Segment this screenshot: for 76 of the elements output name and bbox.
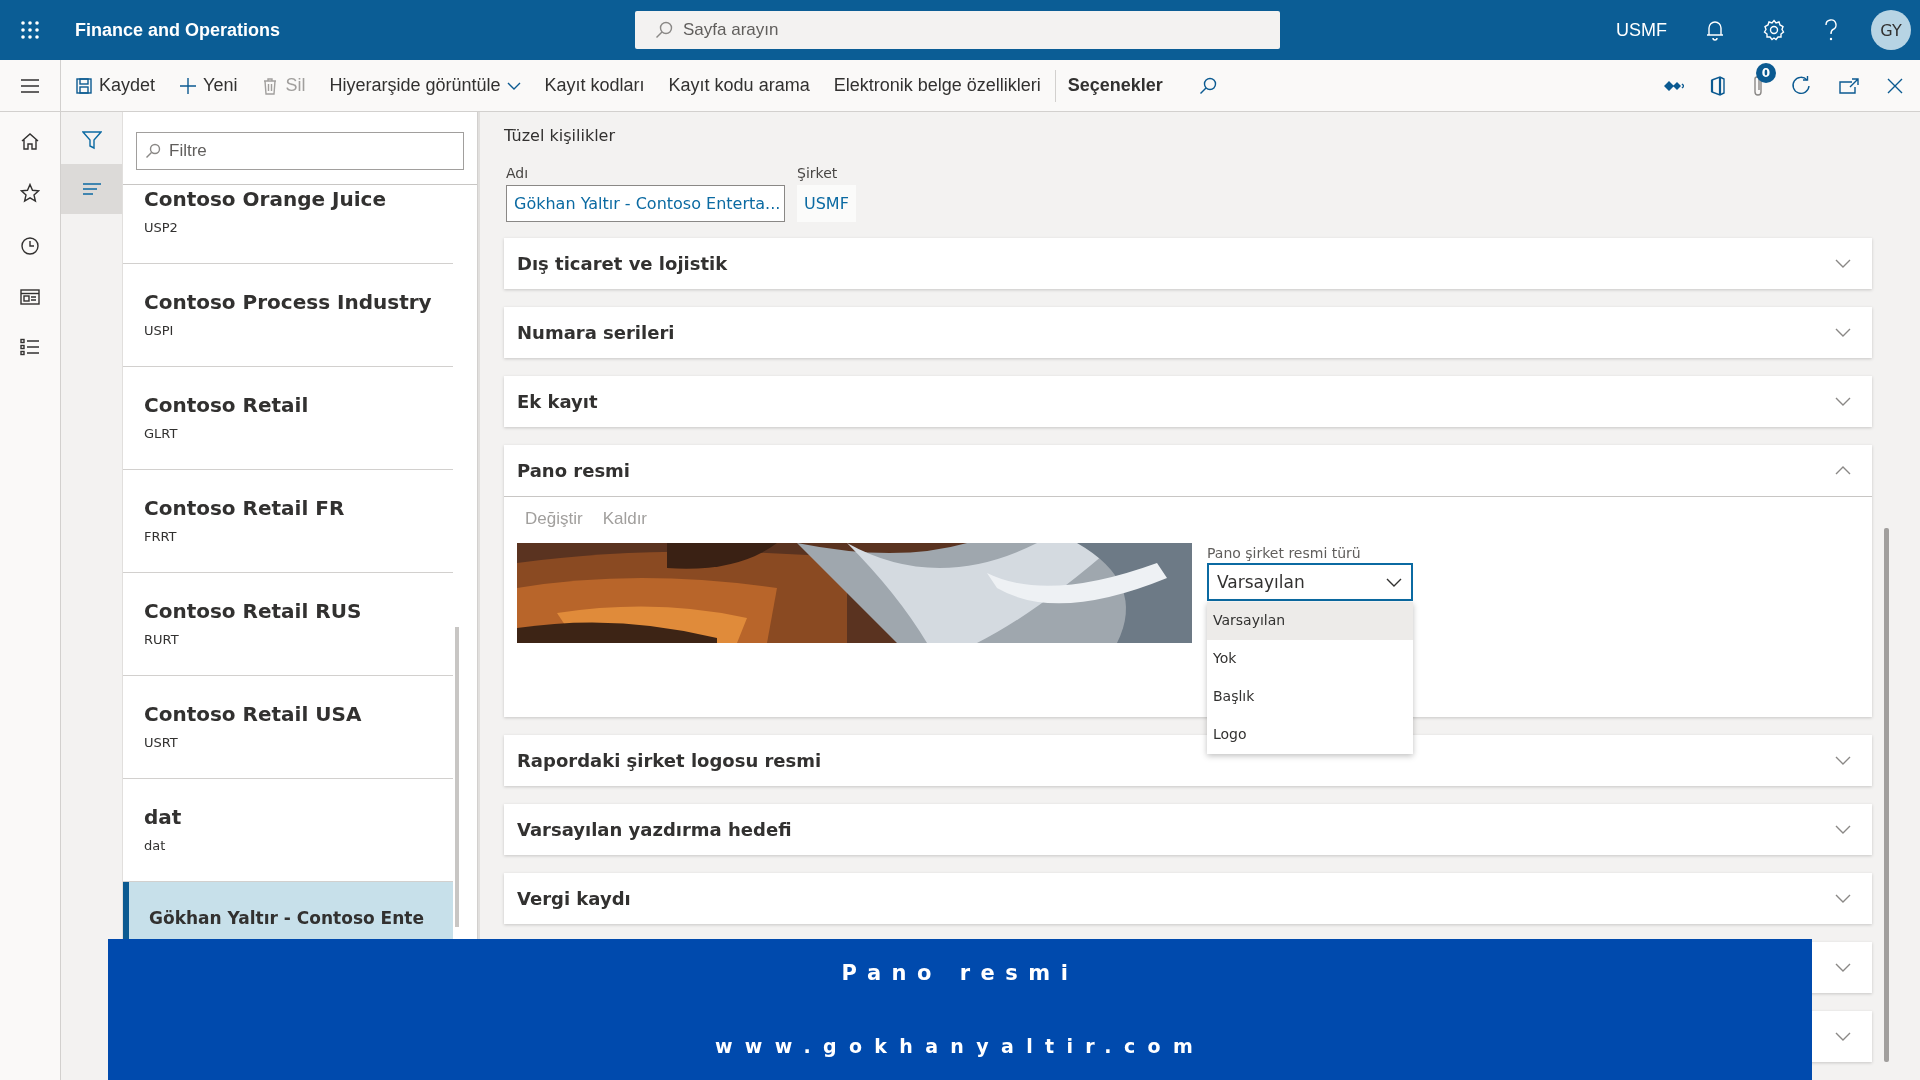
item-code: USPI xyxy=(144,323,175,338)
list-item[interactable]: Gökhan Yaltır - Contoso Ente xyxy=(123,882,453,939)
workspace-icon[interactable] xyxy=(20,289,40,305)
toolbar-button[interactable]: Yeni xyxy=(179,69,238,102)
section-title[interactable]: Vergi kaydı xyxy=(517,888,631,909)
dropdown-option[interactable]: Varsayılan xyxy=(1207,602,1413,640)
notification-icon[interactable] xyxy=(1705,19,1725,41)
company-link[interactable]: USMF xyxy=(797,185,856,222)
app-launcher-icon[interactable] xyxy=(20,20,40,40)
item-code: USP2 xyxy=(144,220,179,235)
search-icon xyxy=(655,21,673,39)
toolbar-button[interactable]: Seçenekler xyxy=(1067,69,1163,102)
paperclip-icon[interactable] xyxy=(1752,74,1764,97)
item-code: RURT xyxy=(144,632,180,647)
dropdown-option[interactable]: Logo xyxy=(1207,716,1413,754)
clock-icon[interactable] xyxy=(20,236,40,256)
diamond-links-icon[interactable] xyxy=(1664,78,1684,93)
close-icon[interactable] xyxy=(1886,76,1904,95)
list-view-tab[interactable] xyxy=(61,164,122,214)
section-title[interactable]: Rapordaki şirket logosu resmi xyxy=(517,750,822,771)
item-name: Contoso Process Industry xyxy=(144,290,433,314)
section-title[interactable]: Dış ticaret ve lojistik xyxy=(517,253,728,274)
field-label: Pano şirket resmi türü xyxy=(1207,545,1362,561)
search-icon[interactable] xyxy=(1198,76,1217,95)
toolbar-button[interactable]: Kayıt kodu arama xyxy=(668,69,810,102)
dropdown-option[interactable]: Başlık xyxy=(1207,678,1413,716)
toolbar-button[interactable]: Kayıt kodları xyxy=(544,69,645,102)
plus-icon xyxy=(179,76,198,95)
lines-icon xyxy=(81,182,102,196)
item-code: FRRT xyxy=(144,529,178,544)
item-name: Contoso Retail FR xyxy=(144,496,346,520)
section-title[interactable]: Ek kayıt xyxy=(517,391,598,412)
help-icon[interactable] xyxy=(1823,18,1839,42)
page-title: Tüzel kişilikler xyxy=(504,126,616,145)
refresh-icon[interactable] xyxy=(1790,74,1812,97)
menu-icon[interactable] xyxy=(20,77,40,94)
save-icon xyxy=(75,76,93,95)
filter-box[interactable]: Filtre xyxy=(136,132,464,170)
filter-icon[interactable] xyxy=(81,130,102,150)
item-code: USRT xyxy=(144,735,179,750)
item-name: Contoso Retail USA xyxy=(144,702,363,726)
open-new-window-icon[interactable] xyxy=(1838,76,1860,95)
user-avatar[interactable]: GY xyxy=(1871,10,1911,50)
filter-input[interactable]: Filtre xyxy=(169,133,463,169)
caret-icon xyxy=(506,80,521,91)
office-icon[interactable] xyxy=(1710,75,1726,96)
toolbar-button[interactable]: Kaydet xyxy=(75,69,156,102)
list-icon[interactable] xyxy=(20,338,40,356)
company-code[interactable]: USMF xyxy=(1616,19,1667,41)
field-label: Şirket xyxy=(797,165,839,181)
field-label: Adı xyxy=(506,165,530,181)
name-field[interactable]: Gökhan Yaltır - Contoso Enterta... xyxy=(506,185,785,222)
toolbar-button[interactable]: Hiyerarşide görüntüle xyxy=(329,69,521,102)
home-icon[interactable] xyxy=(20,132,40,150)
toolbar-button[interactable]: Elektronik belge özellikleri xyxy=(833,69,1041,102)
dropdown-field[interactable]: Varsayılan xyxy=(1207,563,1413,601)
scrollbar[interactable] xyxy=(455,627,459,927)
item-name: Contoso Retail xyxy=(144,393,310,417)
item-code: dat xyxy=(144,838,167,853)
scrollbar[interactable] xyxy=(1884,528,1889,1062)
star-icon[interactable] xyxy=(20,183,40,203)
banner-title: Pano resmi xyxy=(841,961,1079,985)
banner-url: www.gokhanyaltir.com xyxy=(714,1035,1206,1057)
count-badge: 0 xyxy=(1756,62,1776,83)
settings-icon[interactable] xyxy=(1763,19,1785,41)
item-name: Gökhan Yaltır - Contoso Ente xyxy=(149,908,425,928)
item-name: Contoso Orange Juice xyxy=(144,187,387,211)
dropdown-option[interactable]: Yok xyxy=(1207,640,1413,678)
app-title[interactable]: Finance and Operations xyxy=(75,19,281,41)
item-name: Contoso Retail RUS xyxy=(144,599,363,623)
item-name: dat xyxy=(144,805,183,829)
search-icon xyxy=(145,143,161,159)
section-title[interactable]: Pano resmi xyxy=(517,460,631,481)
item-code: GLRT xyxy=(144,426,179,441)
section-title[interactable]: Numara serileri xyxy=(517,322,675,343)
section-title[interactable]: Varsayılan yazdırma hedefi xyxy=(517,819,792,840)
